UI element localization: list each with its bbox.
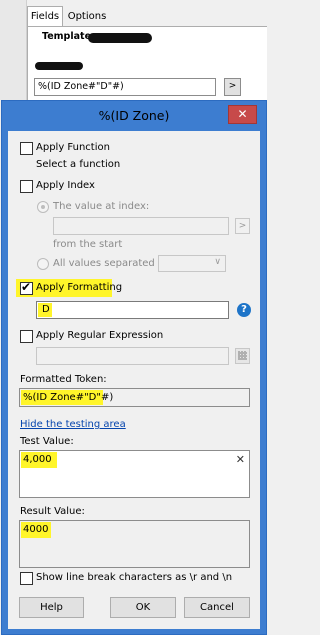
value-at-index-radio[interactable] xyxy=(37,201,49,213)
redaction-mark xyxy=(88,33,152,43)
apply-function-checkbox[interactable] xyxy=(20,142,33,155)
apply-function-label[interactable]: Apply Function xyxy=(36,142,110,153)
hide-testing-area-link[interactable]: Hide the testing area xyxy=(20,419,126,430)
regex-grid-icon xyxy=(238,351,247,360)
close-icon: ✕ xyxy=(237,107,248,121)
test-value-text: 4,000 xyxy=(23,454,52,465)
help-icon[interactable]: ? xyxy=(237,303,251,317)
insert-token-button[interactable]: > xyxy=(224,78,241,96)
tab-options[interactable]: Options xyxy=(63,8,111,26)
apply-regex-label[interactable]: Apply Regular Expression xyxy=(36,330,163,341)
all-values-radio[interactable] xyxy=(37,258,49,270)
dialog-title-bar[interactable]: %(ID Zone) ✕ xyxy=(2,101,266,131)
dialog-title: %(ID Zone) xyxy=(98,108,170,123)
regex-builder-button[interactable] xyxy=(235,348,250,364)
separator-dropdown[interactable]: ∨ xyxy=(158,255,226,272)
apply-formatting-checkbox[interactable] xyxy=(20,280,33,295)
help-button[interactable]: Help xyxy=(19,597,84,618)
token-dialog: %(ID Zone) ✕ Apply Function Select a fun… xyxy=(1,100,267,635)
close-button[interactable]: ✕ xyxy=(228,105,257,124)
apply-formatting-label[interactable]: Apply Formatting xyxy=(36,282,122,293)
format-input[interactable]: D xyxy=(36,301,229,319)
result-value-label: Result Value: xyxy=(20,506,85,517)
regex-input[interactable] xyxy=(36,347,229,365)
apply-index-checkbox[interactable] xyxy=(20,180,33,193)
result-value-text: 4000 xyxy=(23,524,49,535)
formatted-token-value: %(ID Zone#"D"#) xyxy=(23,392,114,403)
pattern-input[interactable]: %(ID Zone#"D"#) xyxy=(34,78,216,96)
clear-icon[interactable]: ✕ xyxy=(236,453,245,466)
tab-fields[interactable]: Fields xyxy=(27,6,63,27)
ok-button[interactable]: OK xyxy=(110,597,176,618)
cancel-button[interactable]: Cancel xyxy=(184,597,250,618)
dialog-body: Apply Function Select a function Apply I… xyxy=(8,131,260,629)
test-value-label: Test Value: xyxy=(20,436,74,447)
template-label: Template: xyxy=(42,31,95,42)
select-function-hint: Select a function xyxy=(36,159,121,170)
redaction-mark xyxy=(35,62,83,70)
test-value-input[interactable]: 4,000 ✕ xyxy=(19,450,250,498)
formatted-token-label: Formatted Token: xyxy=(20,374,107,385)
format-value: D xyxy=(42,304,50,315)
formatted-token-field: %(ID Zone#"D"#) xyxy=(19,388,250,407)
chevron-down-icon: ∨ xyxy=(214,257,221,267)
apply-index-label[interactable]: Apply Index xyxy=(36,180,95,191)
show-line-breaks-checkbox[interactable] xyxy=(20,572,33,585)
all-values-label: All values separated by: xyxy=(53,258,173,269)
index-input[interactable] xyxy=(53,217,229,235)
value-at-index-label: The value at index: xyxy=(53,201,150,212)
background-left-strip xyxy=(0,0,27,100)
index-arrow-button[interactable]: > xyxy=(235,218,250,234)
apply-regex-checkbox[interactable] xyxy=(20,330,33,343)
show-line-breaks-label[interactable]: Show line break characters as \r and \n xyxy=(36,572,232,583)
background-editor-window: Fields Options Template: %(ID Zone#"D"#)… xyxy=(0,0,267,100)
from-the-start-label: from the start xyxy=(53,239,123,250)
result-value-field: 4000 xyxy=(19,520,250,568)
